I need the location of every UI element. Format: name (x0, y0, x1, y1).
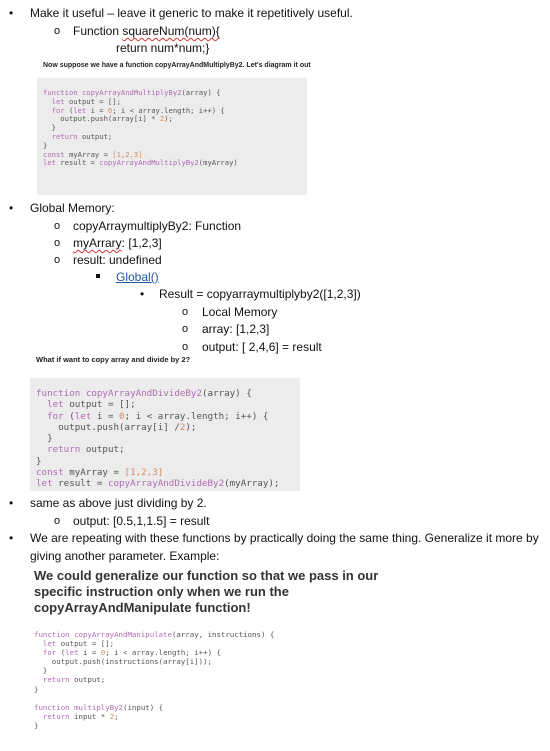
bullet-text: output: [0.5,1,1.5] = result (73, 514, 210, 528)
code-line: for (let i = 0; i < array.length; i++) { (42, 648, 221, 658)
image-caption: What if want to copy array and divide by… (36, 355, 191, 364)
code-line: function copyArrayAndDivideBy2(array) { (36, 388, 252, 399)
bullet-text: Global Memory: (30, 201, 115, 215)
code-block: function copyArrayAndMultiplyBy2(array) … (43, 88, 238, 168)
sub-bullet-circle: o (182, 306, 189, 318)
bullet-text: myArrary: [1,2,3] (73, 236, 162, 250)
code-line: let output = []; (47, 399, 136, 411)
code-line: } (36, 455, 42, 467)
code-line: const myArray = [1,2,3] (36, 467, 164, 479)
code-line: return input * 2; (42, 711, 119, 721)
bullet-text: We are repeating with these functions by… (30, 531, 539, 545)
sub-bullet-circle: o (54, 220, 61, 232)
bullet-text: Global() (116, 270, 159, 284)
bullet-text: Function squareNum(num){ (73, 24, 220, 38)
code-line: } (34, 684, 39, 694)
bullet-text: Result = copyarraymultiplyby2([1,2,3]) (159, 287, 361, 301)
bullet-dot: • (9, 201, 14, 215)
image-caption: Now suppose we have a function copyArray… (43, 62, 311, 69)
bullet-dot: • (9, 531, 14, 545)
sub-bullet-circle: o (54, 515, 61, 527)
code-line: let output = []; (42, 639, 115, 649)
code-line: let result = copyArrayAndDivideBy2(myArr… (36, 478, 280, 490)
bullet-dot: • (140, 287, 145, 301)
code-line: function multiplyBy2(input) { (34, 702, 164, 712)
code-image: function copyArrayAndMultiplyBy2(array) … (37, 78, 307, 195)
code-line: output.push(array[i] * 2); (43, 114, 173, 124)
code-line: output.push(instructions(array[i])); (34, 657, 212, 667)
code-line: function copyArrayAndManipulate(array, i… (34, 630, 275, 639)
bullet-text: same as above just dividing by 2. (30, 496, 207, 510)
code-block: function copyArrayAndManipulate(array, i… (34, 630, 274, 730)
bullet-text: array: [1,2,3] (202, 322, 270, 336)
code-line: for (let i = 0; i < array.length; i++) { (47, 410, 269, 422)
sub-bullet-circle: o (182, 323, 189, 335)
bullet-dot: • (9, 6, 14, 20)
sub-bullet-circle: o (182, 341, 189, 353)
bullet-text: output: [ 2,4,6] = result (202, 340, 322, 354)
sub-bullet-square (96, 274, 100, 278)
code-line: return output; (42, 675, 106, 685)
caption-line: We could generalize our function so that… (34, 568, 379, 583)
bullet-text: Local Memory (202, 305, 278, 319)
sub-bullet-circle: o (54, 237, 61, 249)
code-line: output.push(array[i] /2); (36, 421, 197, 433)
image-caption: We could generalize our function so that… (34, 568, 378, 616)
bullet-text: copyArraymultiplyBy2: Function (73, 219, 242, 233)
code-line: } (36, 433, 53, 445)
bullet-text: giving another parameter. Example: (30, 549, 220, 563)
code-image: function copyArrayAndDivideBy2(array) { … (30, 378, 300, 491)
code-line: } (34, 720, 39, 730)
code-line: let result = copyArrayAndMultiplyBy2(myA… (43, 158, 238, 168)
sub-bullet-circle: o (54, 254, 61, 266)
code-line: return output; (47, 444, 125, 456)
code-block: function copyArrayAndDivideBy2(array) { … (36, 388, 279, 490)
sub-bullet-circle: o (54, 25, 61, 37)
code-line: } (34, 666, 48, 676)
bullet-text: return num*num;} (116, 41, 210, 55)
bullet-dot: • (9, 496, 14, 510)
bullet-text: Make it useful – leave it generic to mak… (30, 6, 353, 20)
code-line: return output; (51, 131, 113, 141)
caption-line: specific instruction only when we run th… (34, 584, 289, 599)
caption-line: copyArrayAndManipulate function! (34, 600, 251, 615)
bullet-text: result: undefined (73, 253, 162, 267)
